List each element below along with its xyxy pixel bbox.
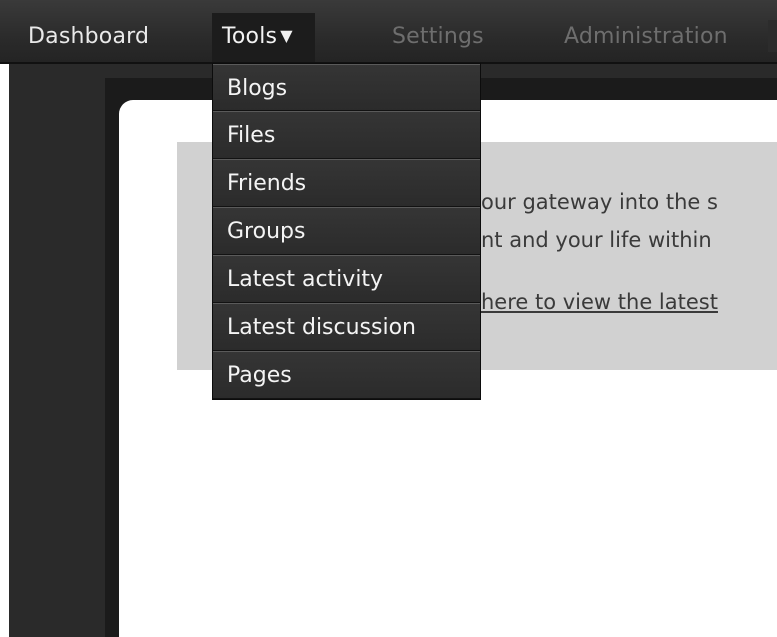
welcome-text-line-2: nt and your life within	[481, 228, 712, 252]
menu-item-blogs[interactable]: Blogs	[213, 64, 480, 111]
menu-item-files[interactable]: Files	[213, 111, 480, 159]
page: our gateway into the s nt and your life …	[0, 0, 777, 637]
menu-item-groups[interactable]: Groups	[213, 207, 480, 255]
nav-dashboard[interactable]: Dashboard	[28, 0, 149, 59]
menu-item-latest-discussion[interactable]: Latest discussion	[213, 303, 480, 351]
tools-dropdown-menu: Blogs Files Friends Groups Latest activi…	[212, 63, 481, 400]
welcome-text-line-1: our gateway into the s	[481, 190, 718, 214]
frame-left	[9, 62, 105, 637]
caret-down-icon: ▼	[280, 26, 293, 45]
nav-edge	[768, 20, 777, 52]
menu-item-latest-activity[interactable]: Latest activity	[213, 255, 480, 303]
nav-settings[interactable]: Settings	[392, 0, 484, 62]
nav-administration[interactable]: Administration	[564, 0, 728, 62]
nav-tools-label: Tools	[222, 24, 278, 49]
top-navigation-bar: Dashboard Tools ▼ Settings Administration	[0, 0, 777, 64]
menu-item-friends[interactable]: Friends	[213, 159, 480, 207]
latest-activity-link[interactable]: here to view the latest	[481, 290, 718, 314]
nav-tools[interactable]: Tools ▼	[212, 13, 315, 62]
menu-item-pages[interactable]: Pages	[213, 351, 480, 399]
